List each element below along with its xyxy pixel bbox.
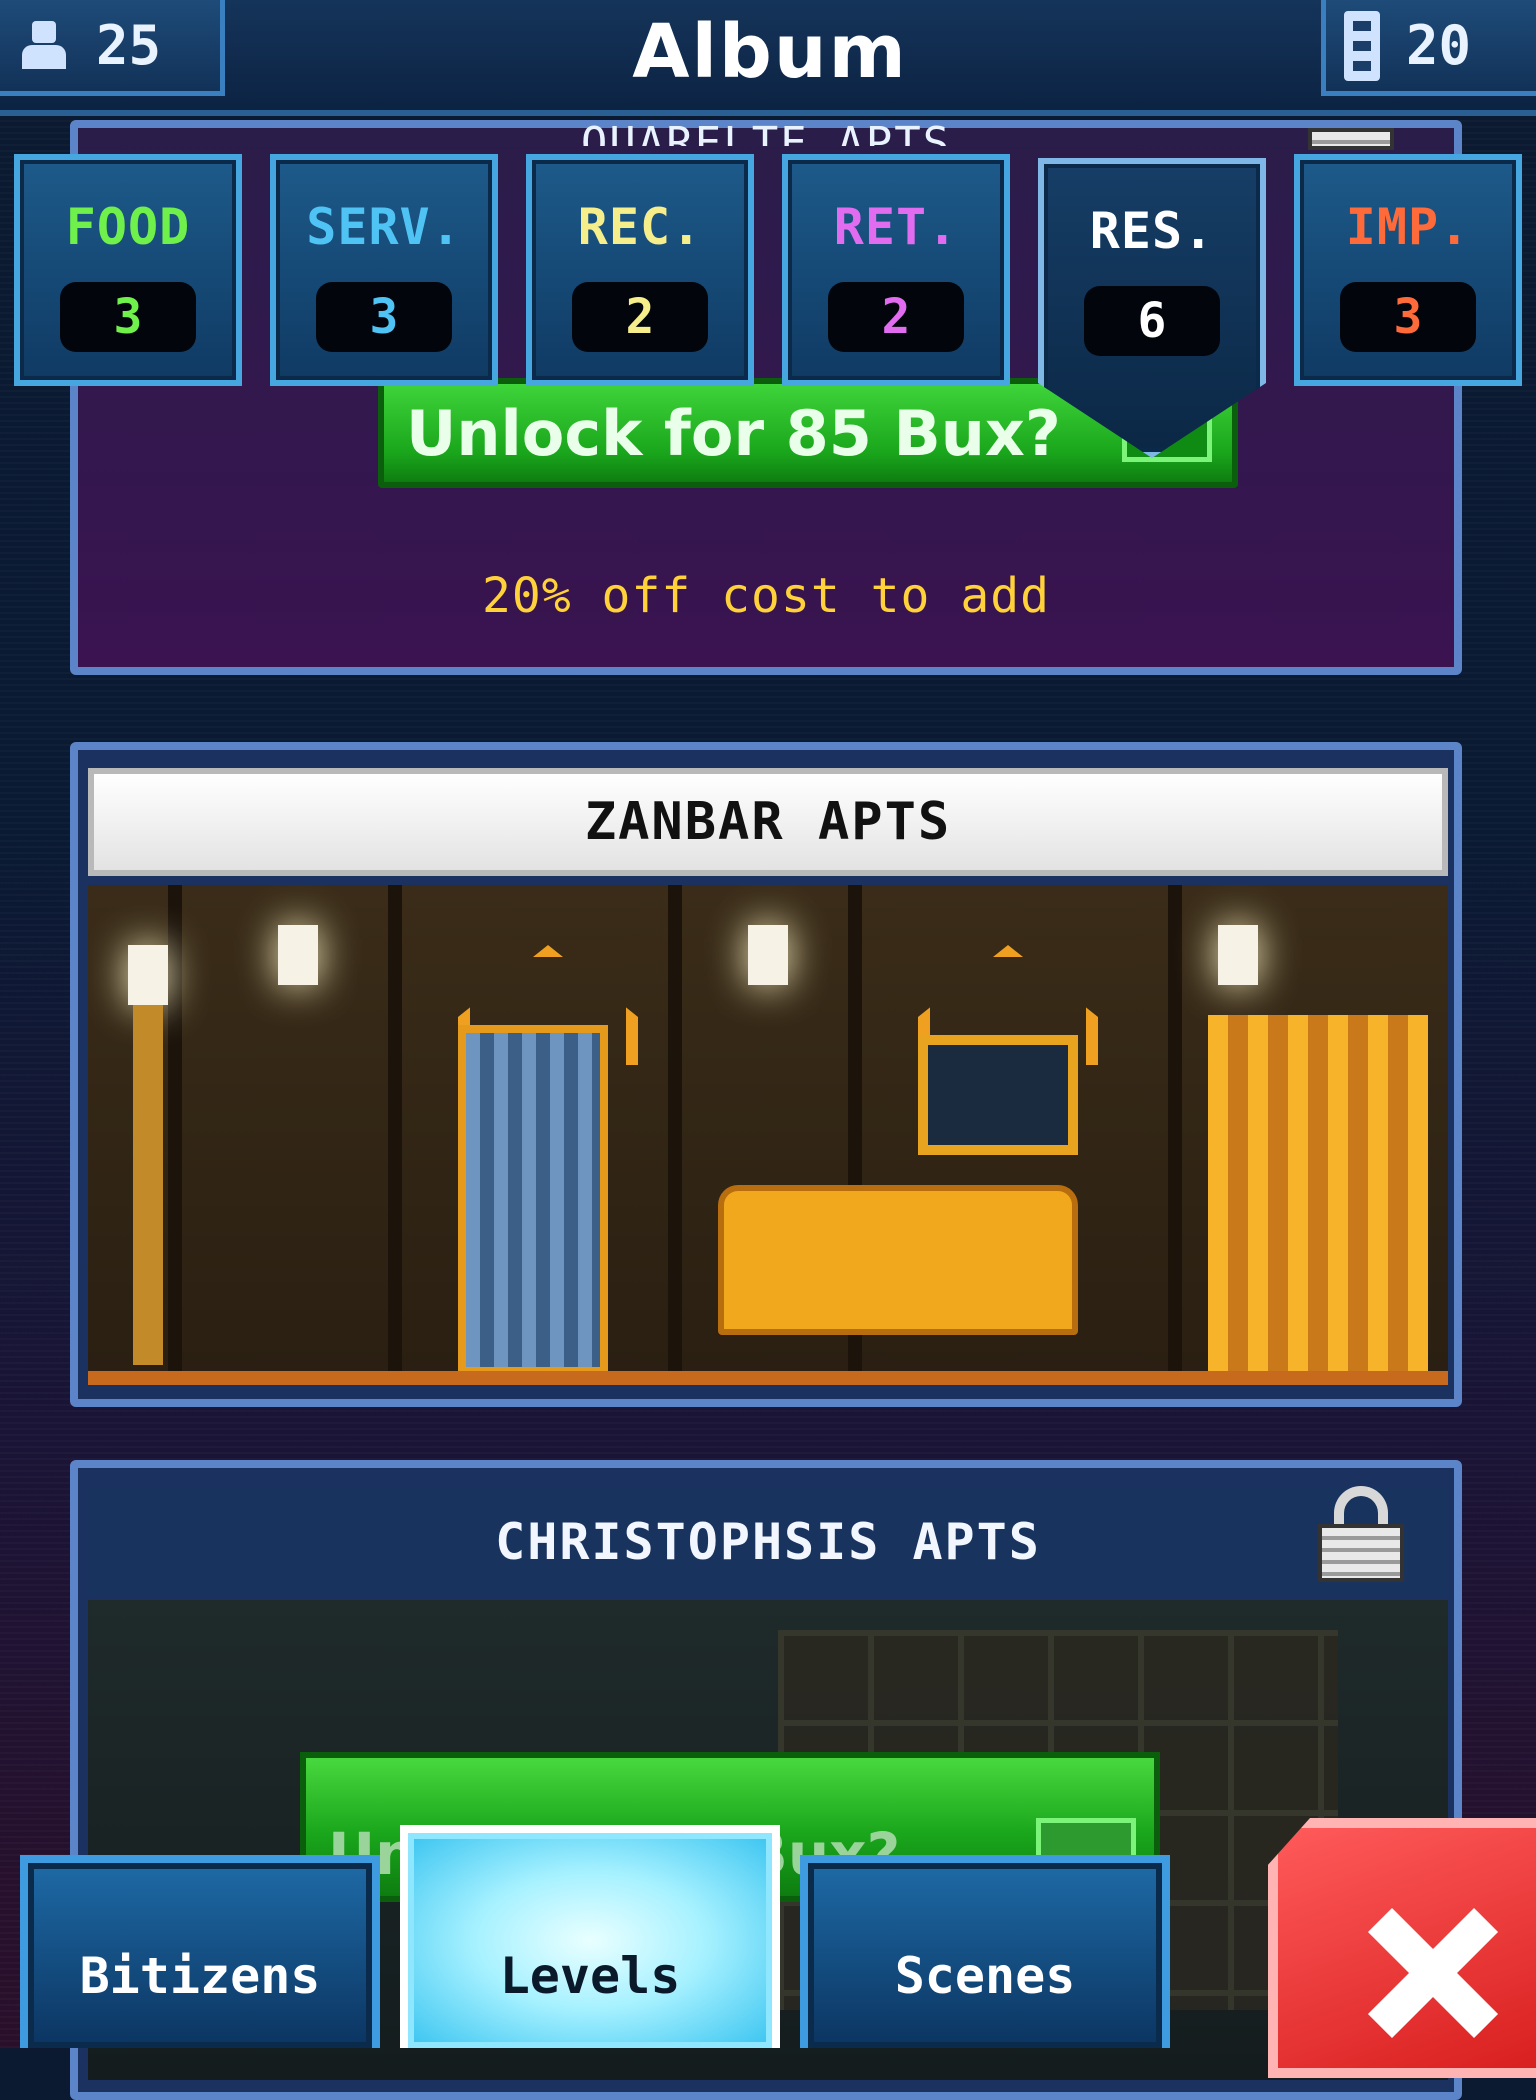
tab-food[interactable]: FOOD 3 [14, 154, 242, 386]
level-card-zanbar[interactable]: ZANBAR APTS [70, 742, 1462, 1407]
page-title: Album [632, 9, 908, 95]
tab-count: 3 [316, 282, 452, 352]
tab-scenes[interactable]: Scenes [800, 1855, 1170, 2048]
level-name-bar: CHRISTOPHSIS APTS [88, 1488, 1448, 1596]
tab-rec[interactable]: REC. 2 [526, 154, 754, 386]
tab-label: FOOD [65, 198, 191, 256]
top-bar: 25 Album 20 [0, 0, 1536, 116]
level-name-bar: ZANBAR APTS [88, 768, 1448, 876]
unlock-label: Unlock for 85 Bux? [406, 396, 1061, 470]
floors-count: 20 [1406, 14, 1472, 77]
close-icon [1367, 1907, 1499, 2039]
tab-label: SERV. [306, 198, 462, 256]
tab-bitizens[interactable]: Bitizens [20, 1855, 380, 2048]
level-preview-image [88, 885, 1448, 1385]
bitizens-counter[interactable]: 25 [0, 0, 225, 96]
bitizens-count: 25 [96, 14, 162, 77]
floors-counter[interactable]: 20 [1321, 0, 1536, 96]
tab-count: 3 [1340, 282, 1476, 352]
tab-count: 2 [828, 282, 964, 352]
tab-ret[interactable]: RET. 2 [782, 154, 1010, 386]
tab-levels[interactable]: Levels [400, 1825, 780, 2048]
tab-label: REC. [577, 198, 703, 256]
tab-imp[interactable]: IMP. 3 [1294, 154, 1522, 386]
close-button[interactable] [1268, 1818, 1536, 2078]
discount-text: 20% off cost to add [481, 568, 1051, 624]
tab-count: 6 [1084, 286, 1220, 356]
lock-icon [1318, 1486, 1404, 1582]
bitizen-icon [18, 20, 70, 71]
tab-count: 3 [60, 282, 196, 352]
tower-icon [1344, 10, 1380, 81]
category-tabs: FOOD 3 SERV. 3 REC. 2 RET. 2 RES. 6 IMP.… [0, 148, 1536, 458]
tab-label: RET. [833, 198, 959, 256]
tab-label: RES. [1089, 202, 1215, 260]
tab-label: IMP. [1345, 198, 1471, 256]
lock-icon [1308, 128, 1394, 150]
tab-count: 2 [572, 282, 708, 352]
level-name-partial: QUARELTE APTS [580, 118, 952, 146]
tab-serv[interactable]: SERV. 3 [270, 154, 498, 386]
